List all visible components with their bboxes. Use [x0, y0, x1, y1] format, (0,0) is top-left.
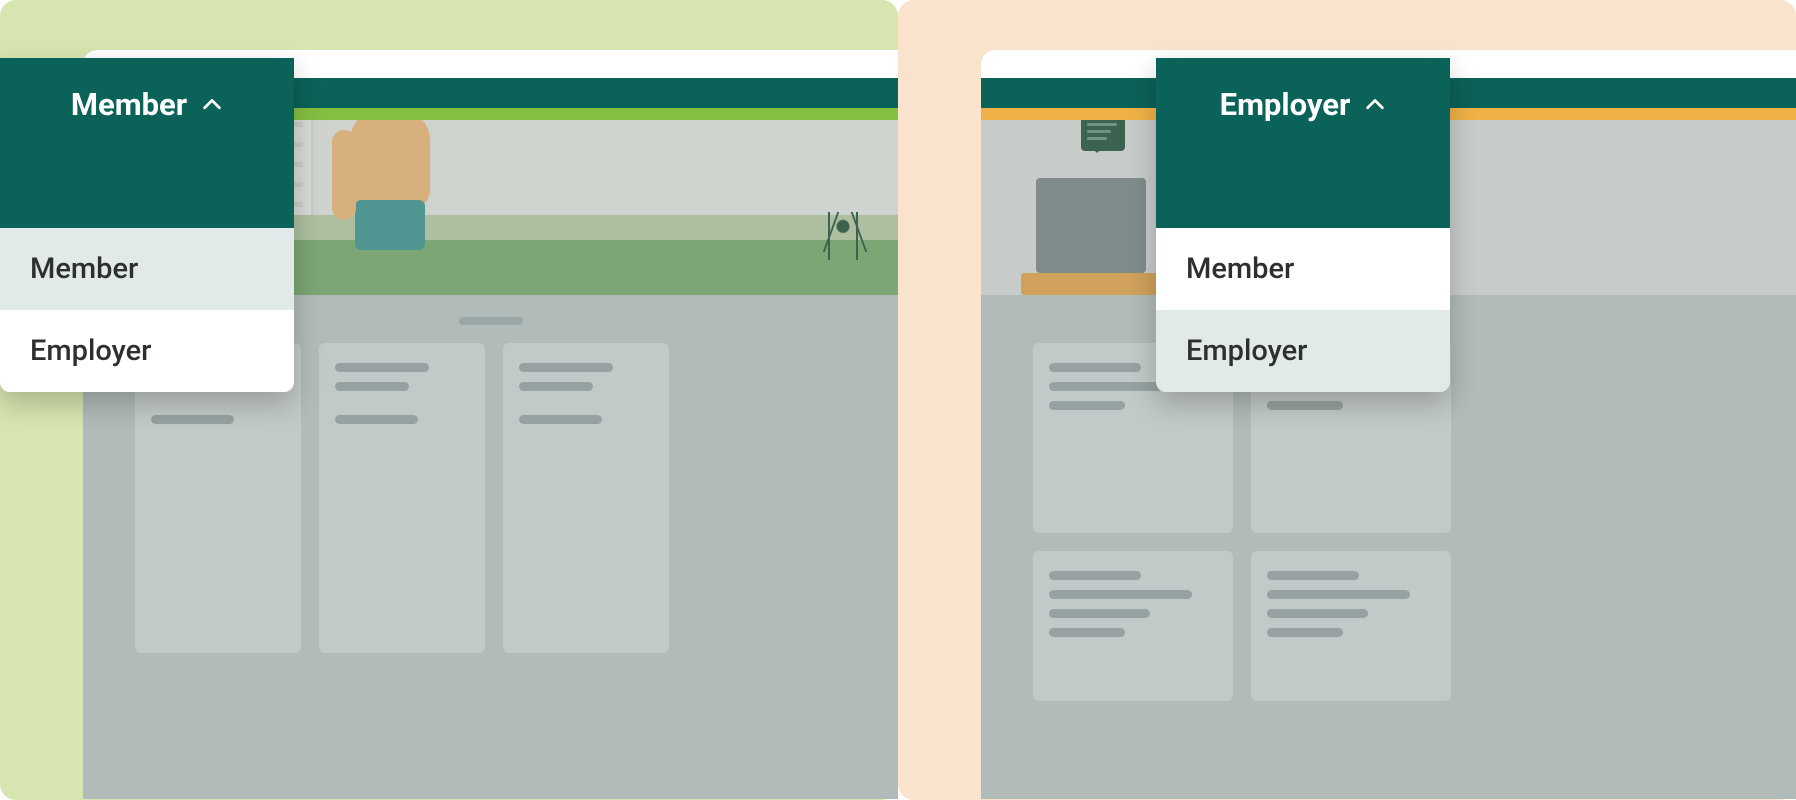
- role-option-member[interactable]: Member: [0, 228, 294, 310]
- current-role-label: Member: [71, 86, 187, 123]
- chevron-up-icon: [1364, 94, 1386, 116]
- plant-icon: [828, 212, 858, 260]
- card-grid: [1033, 343, 1744, 701]
- role-option-label: Employer: [1186, 334, 1307, 368]
- role-switch-dropdown[interactable]: Member Member Employer: [0, 58, 294, 392]
- role-option-employer[interactable]: Employer: [1156, 310, 1450, 392]
- monitor-icon: [1036, 178, 1146, 273]
- placeholder-card: [319, 343, 485, 653]
- role-option-label: Member: [1186, 252, 1294, 286]
- role-switch-toggle[interactable]: Member: [0, 58, 294, 228]
- speech-bubble-icon: [1081, 120, 1125, 151]
- role-option-label: Member: [30, 252, 138, 286]
- role-option-label: Employer: [30, 334, 151, 368]
- role-option-member[interactable]: Member: [1156, 228, 1450, 310]
- placeholder-card: [1251, 551, 1451, 701]
- role-switch-dropdown[interactable]: Employer Member Employer: [1156, 58, 1450, 392]
- person-foreground-icon: [340, 120, 460, 250]
- placeholder-card: [1033, 551, 1233, 701]
- current-role-label: Employer: [1220, 86, 1351, 123]
- drag-handle-icon: [459, 317, 523, 325]
- placeholder-card: [503, 343, 669, 653]
- chevron-up-icon: [201, 94, 223, 116]
- role-switch-toggle[interactable]: Employer: [1156, 58, 1450, 228]
- role-option-employer[interactable]: Employer: [0, 310, 294, 392]
